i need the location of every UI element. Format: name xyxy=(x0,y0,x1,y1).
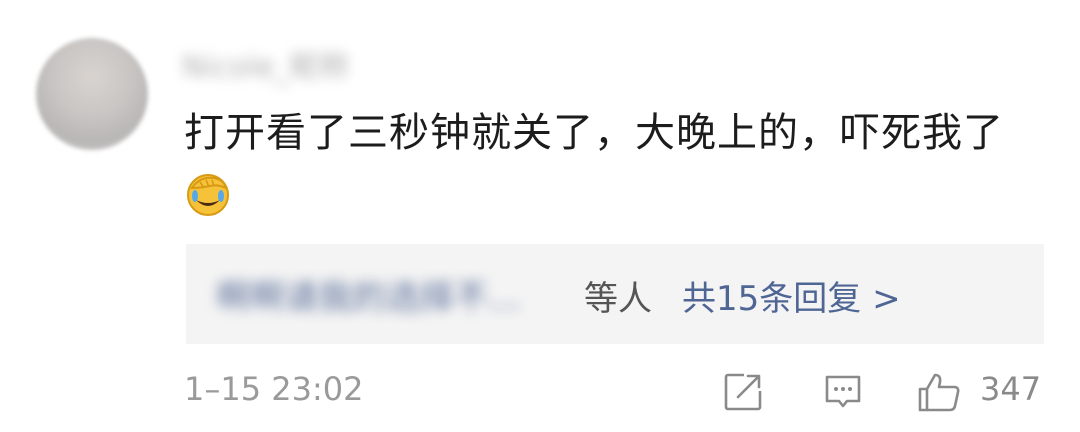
share-square-icon[interactable] xyxy=(722,371,764,413)
username[interactable]: Nicole_昵称 xyxy=(182,42,349,86)
comment-text: 打开看了三秒钟就关了，大晚上的，吓死我了 xyxy=(184,110,1004,156)
view-replies-link[interactable]: 共15条回复 > xyxy=(682,271,901,320)
avatar[interactable] xyxy=(36,38,148,150)
reply-summary[interactable]: 啊啊请我的选择不... 等人 共15条回复 > xyxy=(186,244,1044,344)
comment-bubble-icon[interactable] xyxy=(822,371,864,413)
reply-suffix: 等人 xyxy=(584,279,652,319)
reply-user-names[interactable]: 啊啊请我的选择不... xyxy=(216,270,520,319)
thumbs-up-icon[interactable] xyxy=(916,371,962,413)
timestamp: 1–15 23:02 xyxy=(184,370,364,408)
comment-text-block: 打开看了三秒钟就关了，大晚上的，吓死我了 xyxy=(184,100,1044,232)
like-count: 347 xyxy=(980,370,1042,408)
facepalm-laughing-emoji-icon xyxy=(187,174,229,216)
